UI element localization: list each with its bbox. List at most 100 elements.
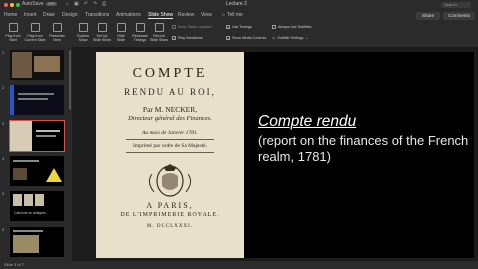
- slide-number: 6: [2, 227, 5, 232]
- play-icon: [8, 23, 18, 32]
- page-rule: [126, 139, 214, 140]
- presenter-icon: [52, 23, 62, 32]
- page-line: A PARIS,: [146, 201, 194, 210]
- record-icon: [154, 23, 164, 32]
- button-label: View: [53, 38, 61, 42]
- hide-slide-icon: [116, 23, 126, 32]
- undo-icon[interactable]: ↶: [84, 1, 88, 7]
- page-line: Imprimé par ordre de Sa Majesté.: [133, 143, 207, 149]
- status-bar: Slide 3 of 7: [0, 261, 478, 269]
- window-controls: [4, 3, 20, 7]
- tab-insert[interactable]: Insert: [24, 12, 37, 18]
- minimize-window-button[interactable]: [10, 3, 14, 7]
- tab-view[interactable]: View: [201, 12, 212, 18]
- checkbox-label: Play Narrations: [178, 36, 203, 40]
- checkbox-box: ✓: [172, 36, 177, 41]
- thumbnail-text: [36, 130, 60, 132]
- title-bar: AutoSave OFF ⌂ ▣ ↶ ↷ ⎙ Lecture 2 Search: [0, 0, 478, 10]
- subtitle-settings-button[interactable]: ▭ Subtitle Settings ⌄: [272, 36, 308, 40]
- keep-slides-updated-checkbox[interactable]: Keep Slides Updated: [172, 25, 212, 29]
- slide-show-ribbon: Play from Start Play from Current Slide …: [0, 21, 478, 48]
- custom-show-icon: [78, 23, 88, 32]
- tab-animations[interactable]: Animations: [116, 12, 141, 18]
- tab-draw[interactable]: Draw: [43, 12, 55, 18]
- slide-thumbnail[interactable]: [10, 50, 64, 80]
- tab-slide-show[interactable]: Slide Show: [148, 12, 174, 19]
- thumbnail-scrollbar[interactable]: [69, 50, 71, 110]
- setup-icon: [97, 23, 107, 32]
- thumbnail-page: [10, 121, 32, 151]
- page-line: RENDU AU ROI,: [124, 87, 216, 97]
- record-slide-show-button[interactable]: Record Slide Show: [148, 23, 170, 42]
- thumbnail-photo: [12, 52, 32, 78]
- slide-number: 1: [2, 50, 5, 55]
- ribbon-tabs: Home Insert Draw Design Transitions Anim…: [0, 10, 478, 21]
- tab-transitions[interactable]: Transitions: [85, 12, 109, 18]
- home-icon[interactable]: ⌂: [66, 1, 69, 7]
- redo-icon[interactable]: ↷: [93, 1, 97, 7]
- chevron-down-icon: ⌄: [305, 36, 309, 40]
- slide-thumbnail-panel[interactable]: 1 2 3 4 5 Caricons en antiques 6 7: [0, 47, 72, 269]
- autosave-label: AutoSave: [22, 1, 44, 7]
- play-from-current-slide-button[interactable]: Play from Current Slide: [24, 23, 46, 42]
- slide-number: 4: [2, 156, 5, 161]
- page-line: Directeur général des Finances.: [128, 115, 212, 122]
- slide-thumbnail[interactable]: [10, 227, 64, 257]
- checkbox-label: Keep Slides Updated: [178, 25, 212, 29]
- document-title: Lecture 2: [226, 1, 247, 7]
- checkbox-box: [272, 25, 276, 29]
- button-label: Slide Show: [150, 38, 168, 42]
- always-use-subtitles-checkbox[interactable]: Always Use Subtitles: [272, 25, 312, 29]
- tab-design[interactable]: Design: [62, 12, 78, 18]
- search-input[interactable]: Search: [441, 2, 471, 8]
- use-timings-checkbox[interactable]: ✓ Use Timings: [226, 25, 252, 30]
- presenter-view-button[interactable]: Presenter View: [46, 23, 68, 42]
- slide-thumbnail-selected[interactable]: [9, 120, 65, 152]
- tab-tell-me[interactable]: Tell me: [227, 12, 243, 18]
- close-window-button[interactable]: [4, 3, 8, 7]
- timer-icon: [135, 23, 145, 32]
- thumbnail-text: [13, 230, 43, 232]
- quick-access-toolbar: ⌂ ▣ ↶ ↷ ⎙: [66, 1, 106, 7]
- page-line: Au mois de Janvier 1781.: [141, 130, 199, 136]
- thumbnail-page: [35, 194, 44, 206]
- slide-count: Slide 3 of 7: [4, 262, 25, 267]
- play-from-start-button[interactable]: Play from Start: [2, 23, 24, 42]
- book-title-page-image: COMPTE RENDU AU ROI, Par M. NECKER, Dire…: [96, 52, 244, 258]
- thumbnail-triangle: [46, 168, 62, 182]
- thumbnail-text: [13, 160, 39, 162]
- button-label: Current Slide: [24, 38, 46, 42]
- show-media-controls-checkbox[interactable]: ✓ Show Media Controls: [226, 36, 266, 41]
- tab-review[interactable]: Review: [178, 12, 194, 18]
- save-icon[interactable]: ▣: [74, 1, 79, 7]
- lightbulb-icon: ☼: [221, 12, 226, 18]
- slide-body-text[interactable]: (report on the finances of the French re…: [258, 133, 473, 165]
- tab-home[interactable]: Home: [4, 12, 17, 18]
- button-label: Start: [9, 38, 17, 42]
- comments-button[interactable]: Comments: [443, 12, 475, 20]
- subtitle-icon: ▭: [272, 36, 276, 40]
- page-line: M. DCCLXXXI.: [146, 224, 194, 229]
- checkbox-label: Use Timings: [232, 25, 252, 29]
- page-line: Par M. NECKER,: [142, 105, 198, 114]
- slide-thumbnail[interactable]: [10, 156, 64, 186]
- print-icon[interactable]: ⎙: [102, 1, 106, 7]
- autosave-toggle[interactable]: OFF: [46, 2, 58, 6]
- slide-title[interactable]: Compte rendu: [258, 113, 356, 131]
- checkbox-box: ✓: [226, 25, 231, 30]
- thumbnail-text: [18, 98, 48, 100]
- thumbnail-photo: [13, 168, 27, 180]
- thumbnail-page: [13, 194, 22, 206]
- subtitle-settings-label: Subtitle Settings: [277, 36, 304, 40]
- checkbox-box: ✓: [226, 36, 231, 41]
- share-button[interactable]: Share: [416, 12, 440, 20]
- play-icon: [30, 23, 40, 32]
- slide-thumbnail[interactable]: Caricons en antiques: [10, 191, 64, 221]
- thumbnail-text: [18, 93, 54, 95]
- play-narrations-checkbox[interactable]: ✓ Play Narrations: [172, 36, 203, 41]
- maximize-window-button[interactable]: [16, 3, 20, 7]
- page-line: COMPTE: [132, 66, 208, 81]
- thumbnail-text: [36, 135, 56, 137]
- thumbnail-caption: Caricons en antiques: [14, 211, 46, 215]
- slide-thumbnail[interactable]: [10, 85, 64, 115]
